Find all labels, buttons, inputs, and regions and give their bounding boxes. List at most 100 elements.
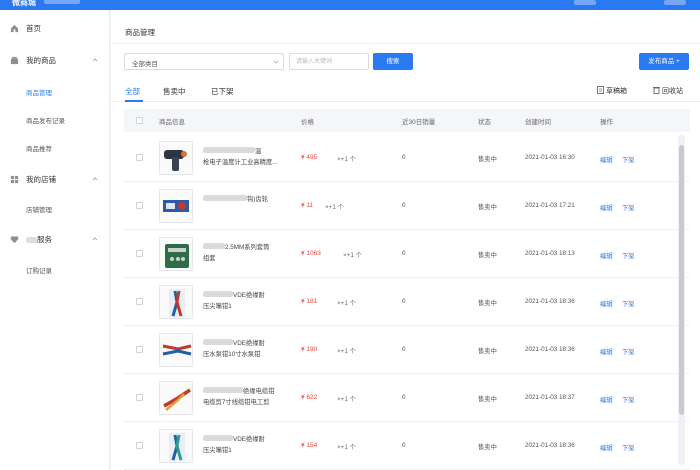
edit-link[interactable]: 编辑 [600,155,613,164]
offline-link[interactable]: 下架 [622,395,635,404]
thermometer-gun-image [164,150,187,171]
product-price: ¥ 181 [301,298,318,305]
product-price: ¥ 1063 [301,250,321,257]
edit-link[interactable]: 编辑 [600,203,613,212]
sidebar-group-products[interactable]: 我的商品 [0,50,110,70]
document-icon [597,86,604,94]
offline-link[interactable]: 下架 [622,299,635,308]
created-time: 2021-01-03 18:37 [525,394,575,401]
socket-set-image [165,244,189,268]
edit-link[interactable]: 编辑 [600,299,613,308]
sidebar-group-label: 我的店铺 [26,174,56,184]
row-checkbox[interactable] [136,250,143,257]
offline-link[interactable]: 下架 [622,251,635,260]
category-select[interactable]: 全部类目 [124,53,284,70]
status-badge: 售卖中 [478,156,497,163]
product-title[interactable]: VDE绝缘耐 压尖嘴钳1 [203,290,303,312]
heart-icon [10,235,19,243]
product-thumbnail[interactable] [159,333,193,367]
category-select-value: 全部类目 [132,61,158,68]
search-input[interactable] [289,53,369,70]
product-thumbnail[interactable] [159,429,193,463]
product-sales: 0 [402,394,406,401]
created-time: 2021-01-03 17:21 [525,202,575,209]
sidebar-item-publish-record[interactable]: 商品发布记录 [26,115,65,125]
tab-divider [111,101,700,102]
row-checkbox[interactable] [136,442,143,449]
row-checkbox[interactable] [136,298,143,305]
sidebar-item-product-manage[interactable]: 商品管理 [26,87,52,97]
product-price: ¥ 190 [301,346,318,353]
col-header-product: 商品信息 [159,119,185,126]
edit-link[interactable]: 编辑 [600,347,613,356]
table-row: 钩)齿轮 ¥ 11 ×+1 个 0 售卖中 2021-01-03 17:21 编… [124,182,690,230]
table-row: VDE绝缘耐 压水泵钳10寸水泵钳 ¥ 190 ×+1 个 0 售卖中 2021-… [124,326,690,374]
product-thumbnail[interactable] [159,141,193,175]
edit-link[interactable]: 编辑 [600,251,613,260]
product-stock: ×+1 个 [337,348,356,355]
search-button[interactable]: 搜索 [373,53,413,70]
product-thumbnail[interactable] [159,189,193,223]
recycle-bin-link[interactable]: 回收站 [653,86,683,96]
active-tab-indicator [125,100,143,102]
table-row: VDE绝缘耐 压尖嘴钳1 ¥ 181 ×+1 个 0 售卖中 2021-01-03… [124,278,690,326]
row-checkbox[interactable] [136,346,143,353]
created-time: 2021-01-03 16:30 [525,154,575,161]
tab-on-sale[interactable]: 售卖中 [163,86,186,97]
product-thumbnail[interactable] [159,285,193,319]
offline-link[interactable]: 下架 [622,347,635,356]
product-price: ¥ 495 [301,154,318,161]
created-time: 2021-01-03 18:36 [525,298,575,305]
offline-link[interactable]: 下架 [622,155,635,164]
product-title[interactable]: 钩)齿轮 [203,194,303,205]
sidebar-item-home[interactable]: 首页 [0,18,110,38]
chevron-up-icon [92,58,98,62]
product-thumbnail[interactable] [159,381,193,415]
offline-link[interactable]: 下架 [622,203,635,212]
box-icon [10,56,19,64]
tab-all[interactable]: 全部 [125,86,140,97]
tab-off-shelf[interactable]: 已下架 [211,86,234,97]
edit-link[interactable]: 编辑 [600,443,613,452]
row-checkbox[interactable] [136,394,143,401]
row-checkbox[interactable] [136,202,143,209]
status-badge: 售卖中 [478,348,497,355]
sidebar-group-service[interactable]: 服务 [0,229,110,249]
sidebar-item-shop-manage[interactable]: 店铺管理 [26,204,52,214]
sidebar-item-recommend[interactable]: 商品推荐 [26,143,52,153]
app-logo[interactable]: 微商城 [12,0,36,8]
sidebar-group-shop[interactable]: 我的店铺 [0,169,110,189]
pliers-image [169,433,185,461]
product-title[interactable]: VDE绝缘耐 压尖嘴钳1 [203,434,303,456]
product-title[interactable]: 温枪电子温度计工业高精度... [203,146,303,168]
created-time: 2021-01-03 18:13 [525,250,575,257]
page-title: 商品管理 [125,28,155,37]
product-thumbnail[interactable] [159,237,193,271]
product-title[interactable]: 2.5MM系列套筒 组套 [203,242,303,264]
product-sales: 0 [402,346,406,353]
product-price: ¥ 622 [301,394,318,401]
publish-product-button[interactable]: 发布商品 + [639,53,689,70]
topbar-menu-blur[interactable] [664,0,686,5]
product-price: ¥ 11 [301,202,314,209]
shop-icon [10,175,19,183]
draft-box-link[interactable]: 草稿箱 [597,86,627,96]
offline-link[interactable]: 下架 [622,443,635,452]
home-icon [10,24,19,32]
edit-link[interactable]: 编辑 [600,395,613,404]
select-all-checkbox[interactable] [136,117,143,124]
scrollbar-thumb[interactable] [679,145,684,415]
created-time: 2021-01-03 18:36 [525,346,575,353]
pliers-image [169,289,185,317]
status-badge: 售卖中 [478,204,497,211]
table-row: 2.5MM系列套筒 组套 ¥ 1063 ×+1 个 0 售卖中 2021-01-0… [124,230,690,278]
chevron-up-icon [92,237,98,241]
product-title[interactable]: 绝缘电缆钳 电缆剪7寸线缆钳电工剪 [203,386,303,408]
row-checkbox[interactable] [136,154,143,161]
product-title[interactable]: VDE绝缘耐 压水泵钳10寸水泵钳 [203,338,303,360]
sidebar-item-order-record[interactable]: 订购记录 [26,265,52,275]
sidebar-item-label: 首页 [26,23,41,33]
col-header-sales: 近30日销量 [402,119,436,126]
cable-cutter-image [163,388,191,411]
topbar-user-blur[interactable] [574,0,596,5]
